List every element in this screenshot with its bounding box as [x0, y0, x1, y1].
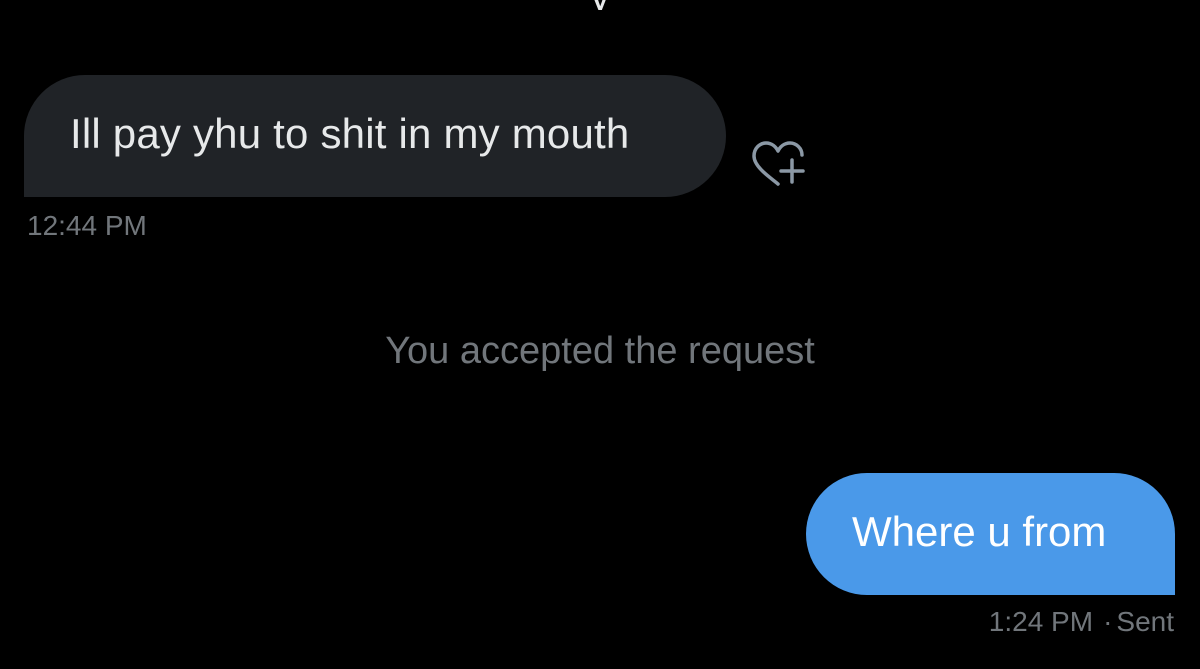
meta-separator: · [1103, 606, 1113, 637]
add-reaction-button[interactable] [748, 140, 812, 192]
received-message-timestamp: 12:44 PM [27, 210, 147, 241]
clipped-text-fragment: y [590, 0, 630, 10]
delivery-status: Sent [1116, 606, 1174, 637]
received-message-bubble[interactable]: Ill pay yhu to shit in my mouth [24, 75, 726, 197]
sent-message-bubble[interactable]: Where u from [806, 473, 1175, 595]
sent-message-text: Where u from [852, 508, 1107, 555]
sent-message-timestamp: 1:24 PM [988, 606, 1094, 637]
sent-message-meta: 1:24 PM · Sent [989, 606, 1174, 638]
received-message-text: Ill pay yhu to shit in my mouth [70, 110, 630, 157]
heart-plus-icon [752, 141, 805, 186]
request-accepted-notice: You accepted the request [385, 330, 815, 372]
